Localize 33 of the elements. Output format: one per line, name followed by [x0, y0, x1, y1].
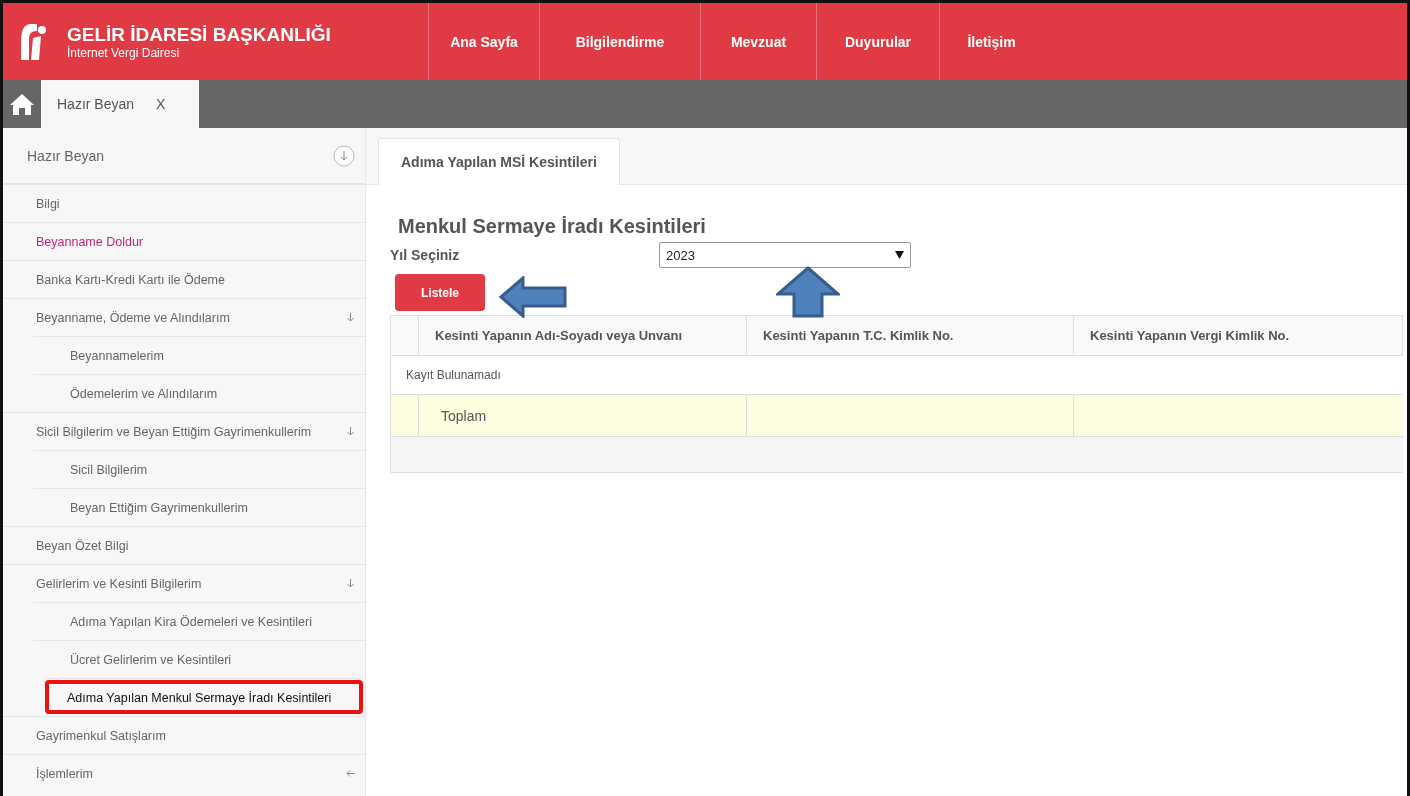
content-tab[interactable]: Adıma Yapılan MSİ Kesintileri — [378, 138, 620, 185]
sidebar-item[interactable]: Sicil Bilgilerim ve Beyan Ettiğim Gayrimenkullerim — [3, 412, 365, 450]
list-button[interactable]: Listele — [395, 274, 485, 311]
close-button[interactable]: X — [156, 96, 166, 112]
home-icon[interactable] — [9, 92, 35, 116]
sidebar-item[interactable]: Sicil Bilgilerim — [33, 450, 365, 488]
sidebar-item[interactable]: Beyanname, Ödeme ve Alındılarım — [3, 298, 365, 336]
sidebar-item[interactable]: Adıma Yapılan Menkul Sermaye İradı Kesintileri — [43, 678, 365, 716]
site-title: GELİR İDARESİ BAŞKANLIĞI — [67, 23, 331, 46]
sidebar-item[interactable]: İşlemlerim — [3, 754, 365, 792]
sidebar-item[interactable]: Beyan Ettiğim Gayrimenkullerim — [33, 488, 365, 526]
sidebar-item[interactable]: Ücret Gelirlerim ve Kesintileri — [33, 640, 365, 678]
total-label: Toplam — [419, 395, 747, 436]
sidebar-item[interactable]: Bilgi — [3, 184, 365, 222]
callout-arrow — [776, 266, 840, 318]
sidebar-item[interactable]: Beyannamelerim — [33, 336, 365, 374]
tab-label: Hazır Beyan — [57, 96, 135, 112]
sidebar-item[interactable]: Beyanname Doldur — [3, 222, 365, 260]
callout-arrow — [499, 276, 567, 318]
year-dropdown[interactable]: 2023 — [659, 242, 911, 268]
site-subtitle: İnternet Vergi Dairesi — [67, 45, 181, 60]
sidebar-item[interactable]: Gelirlerim ve Kesinti Bilgilerim — [3, 564, 365, 602]
column-header: Kesinti Yapanın Vergi Kimlik No. — [1074, 316, 1403, 355]
sidebar-item[interactable]: Ödemelerim ve Alındılarım — [33, 374, 365, 412]
sidebar-item[interactable]: Banka Kartı-Kredi Kartı ile Ödeme — [3, 260, 365, 298]
tab[interactable]: Hazır Beyan X — [41, 80, 199, 128]
page-title: Menkul Sermaye İradı Kesintileri — [398, 215, 707, 238]
sidebar-title: Hazır Beyan — [27, 147, 105, 164]
sidebar-item[interactable]: Gayrimenkul Satışlarım — [3, 716, 365, 754]
caret-icon — [895, 251, 904, 259]
sidebar-item[interactable]: Adıma Yapılan Kira Ödemeleri ve Kesintileri — [33, 602, 365, 640]
field-label: Yıl Seçiniz — [390, 247, 461, 263]
sidebar-item[interactable]: Beyan Özet Bilgi — [3, 526, 365, 564]
